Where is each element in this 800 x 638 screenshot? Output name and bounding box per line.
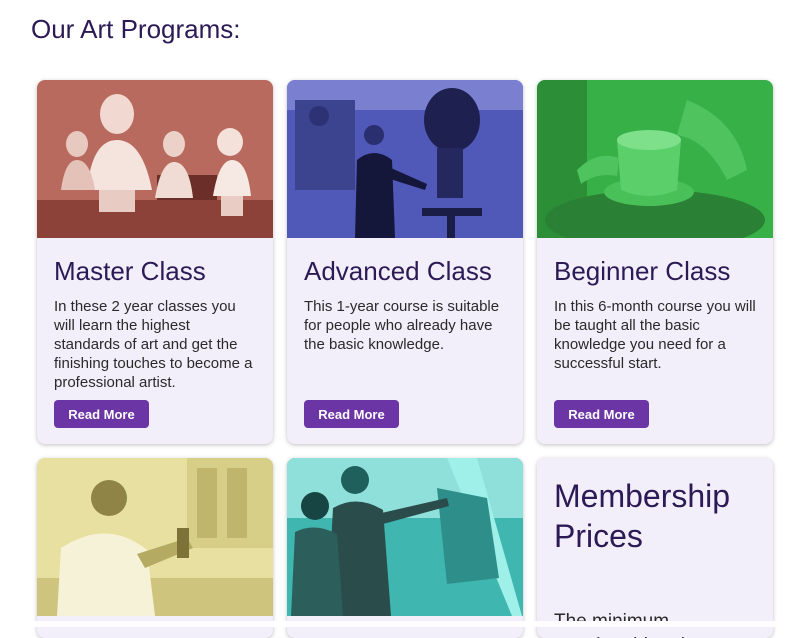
membership-title: Membership Prices [554, 478, 731, 554]
card-description: In these 2 year classes you will learn t… [54, 298, 253, 391]
program-card-beginner: Beginner Class In this 6-month course yo… [537, 80, 773, 444]
card-image-painting-kids [287, 458, 523, 616]
membership-card: Membership Prices The minimum membership… [537, 458, 773, 638]
program-card-master: Master Class In these 2 year classes you… [37, 80, 273, 444]
page-heading: Our Art Programs: [31, 14, 241, 44]
read-more-button[interactable]: Read More [304, 400, 399, 428]
read-more-button[interactable]: Read More [54, 400, 149, 428]
card-title: Advanced Class [304, 256, 492, 286]
program-card-advanced: Advanced Class This 1-year course is sui… [287, 80, 523, 444]
card-title: Master Class [54, 256, 206, 286]
card-image-sculptures [37, 80, 273, 238]
viewport-bottom-edge [0, 621, 800, 627]
card-image-pottery [537, 80, 773, 238]
card-image-ceramics-artist [37, 458, 273, 616]
program-card-kids [287, 458, 523, 638]
read-more-button[interactable]: Read More [554, 400, 649, 428]
card-description: In this 6-month course you will be taugh… [554, 298, 756, 372]
program-card-workshop [37, 458, 273, 638]
card-image-sculptor [287, 80, 523, 238]
card-title: Beginner Class [554, 256, 731, 286]
card-description: This 1-year course is suitable for peopl… [304, 298, 500, 353]
